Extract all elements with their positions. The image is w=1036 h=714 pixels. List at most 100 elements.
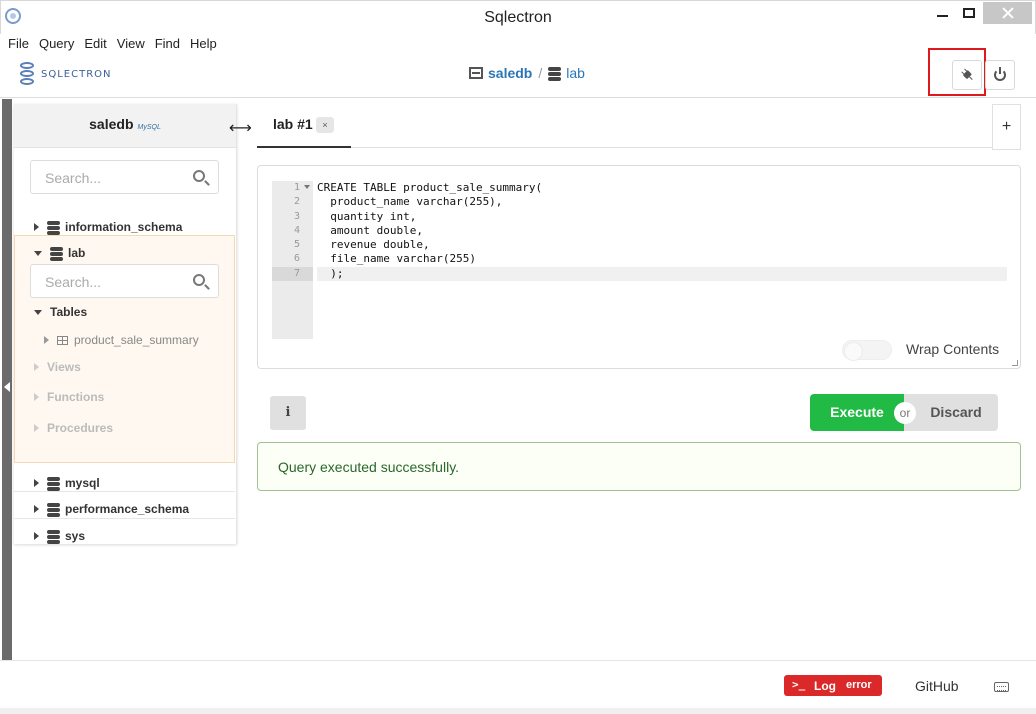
database-icon xyxy=(47,476,60,491)
db-item-sys[interactable]: sys xyxy=(14,524,237,548)
power-icon xyxy=(994,67,1006,81)
table-item[interactable]: product_sale_summary xyxy=(15,328,238,352)
editor-resize-grip-icon[interactable] xyxy=(1012,360,1018,366)
menu-edit[interactable]: Edit xyxy=(84,34,106,54)
wrap-contents-label: Wrap Contents xyxy=(906,341,1000,357)
menu-help[interactable]: Help xyxy=(190,34,217,54)
maximize-icon xyxy=(963,8,975,18)
line-number: 2 xyxy=(293,196,300,208)
line-number: 5 xyxy=(293,239,300,251)
group-label: Procedures xyxy=(47,421,114,435)
search-placeholder: Search... xyxy=(45,170,102,186)
database-icon xyxy=(47,220,60,235)
table-label: product_sale_summary xyxy=(74,333,199,347)
search-placeholder: Search... xyxy=(45,274,102,290)
line-number: 7 xyxy=(272,266,313,282)
sidebar-resize-handle[interactable]: ⟷ xyxy=(229,118,252,138)
logo-text: SQLECTRON xyxy=(41,68,112,80)
log-button[interactable]: >_ Log error xyxy=(784,675,882,696)
wrap-contents-toggle[interactable] xyxy=(842,340,892,361)
search-icon xyxy=(193,274,205,286)
tab-close-button[interactable]: × xyxy=(316,117,334,133)
success-message: Query executed successfully. xyxy=(257,442,1021,491)
window-title: Sqlectron xyxy=(484,9,552,26)
menu-bar: File Query Edit View Find Help xyxy=(0,34,227,54)
or-divider: or xyxy=(894,402,916,424)
menu-find[interactable]: Find xyxy=(155,34,180,54)
window-titlebar: Sqlectron xyxy=(0,0,1036,34)
database-icon xyxy=(47,529,60,544)
db-search-input[interactable]: Search... xyxy=(30,264,219,298)
divider xyxy=(14,518,235,519)
menu-view[interactable]: View xyxy=(117,34,145,54)
expand-arrow-icon xyxy=(34,424,39,432)
fold-arrow-icon[interactable] xyxy=(304,185,310,189)
sql-editor[interactable]: CREATE TABLE product_sale_summary( produ… xyxy=(317,181,1007,282)
divider xyxy=(14,491,235,492)
breadcrumb-database[interactable]: lab xyxy=(566,65,585,81)
code-line: CREATE TABLE product_sale_summary( xyxy=(317,181,543,194)
breadcrumb: saledb / lab xyxy=(469,65,585,81)
db-label: mysql xyxy=(65,476,100,490)
line-number: 3 xyxy=(293,210,300,222)
success-message-text: Query executed successfully. xyxy=(278,459,460,475)
group-procedures[interactable]: Procedures xyxy=(34,421,113,435)
code-line: quantity int, xyxy=(317,209,417,223)
db-label: information_schema xyxy=(65,220,183,234)
group-label: Tables xyxy=(50,305,88,319)
minimize-icon xyxy=(936,15,948,17)
execute-button[interactable]: Execute xyxy=(810,394,904,431)
code-line: file_name varchar(255) xyxy=(317,252,476,266)
tab-label: lab #1 xyxy=(273,116,313,132)
search-icon xyxy=(193,170,205,182)
line-number: 4 xyxy=(293,224,300,236)
disconnect-button[interactable] xyxy=(985,60,1015,90)
collapse-arrow-icon xyxy=(34,309,42,315)
group-label: Functions xyxy=(47,390,105,404)
mysql-logo: MySQL xyxy=(137,124,161,131)
db-label: sys xyxy=(65,529,86,543)
plug-icon xyxy=(959,67,976,84)
github-link[interactable]: GitHub xyxy=(915,678,959,694)
code-line: amount double, xyxy=(317,223,423,237)
expand-arrow-icon xyxy=(34,393,39,401)
discard-button[interactable]: Discard xyxy=(904,394,998,431)
query-tabs: lab #1 × xyxy=(257,104,1021,148)
app-header: SQLECTRON saledb / lab xyxy=(0,55,1036,98)
sidebar-header: saledb MySQL xyxy=(14,104,236,148)
code-line: product_name varchar(255), xyxy=(317,195,503,209)
code-line-current: ); xyxy=(317,266,1007,282)
expand-arrow-icon xyxy=(34,479,39,487)
execute-button-group: Execute Discard or xyxy=(810,394,998,431)
add-tab-button[interactable]: + xyxy=(992,104,1021,150)
group-functions[interactable]: Functions xyxy=(34,390,104,404)
group-tables[interactable]: Tables xyxy=(15,300,238,324)
collapse-arrow-icon xyxy=(34,250,42,256)
group-label: Views xyxy=(47,360,81,374)
menu-query[interactable]: Query xyxy=(39,34,74,54)
status-bar: >_ Log error GitHub xyxy=(0,660,1036,710)
terminal-icon: >_ xyxy=(792,678,806,691)
expand-arrow-icon xyxy=(34,532,39,540)
sidebar-collapse-bar[interactable] xyxy=(2,99,12,660)
db-item-lab[interactable]: lab xyxy=(15,241,238,265)
expand-arrow-icon xyxy=(44,336,49,344)
group-views[interactable]: Views xyxy=(34,360,81,374)
query-editor-card: 1 2 3 4 5 6 7 CREATE TABLE product_sale_… xyxy=(257,165,1021,369)
tab-lab-1[interactable]: lab #1 × xyxy=(257,104,351,148)
close-window-button[interactable] xyxy=(983,2,1032,24)
info-button[interactable]: i xyxy=(270,396,306,430)
server-icon xyxy=(469,67,483,79)
database-sidebar: saledb MySQL Search... information_schema… xyxy=(14,104,237,544)
sidebar-search-input[interactable]: Search... xyxy=(30,160,219,194)
log-status: error xyxy=(846,679,872,691)
sqlectron-logo[interactable]: SQLECTRON xyxy=(17,61,112,87)
line-number-gutter: 1 2 3 4 5 6 7 xyxy=(272,181,313,339)
menu-file[interactable]: File xyxy=(8,34,29,54)
database-logo-icon xyxy=(17,61,37,87)
breadcrumb-server[interactable]: saledb xyxy=(488,65,532,81)
expand-arrow-icon xyxy=(34,363,39,371)
expand-arrow-icon xyxy=(34,223,39,231)
reconnect-button[interactable] xyxy=(952,60,982,90)
keyboard-icon[interactable] xyxy=(994,682,1009,692)
